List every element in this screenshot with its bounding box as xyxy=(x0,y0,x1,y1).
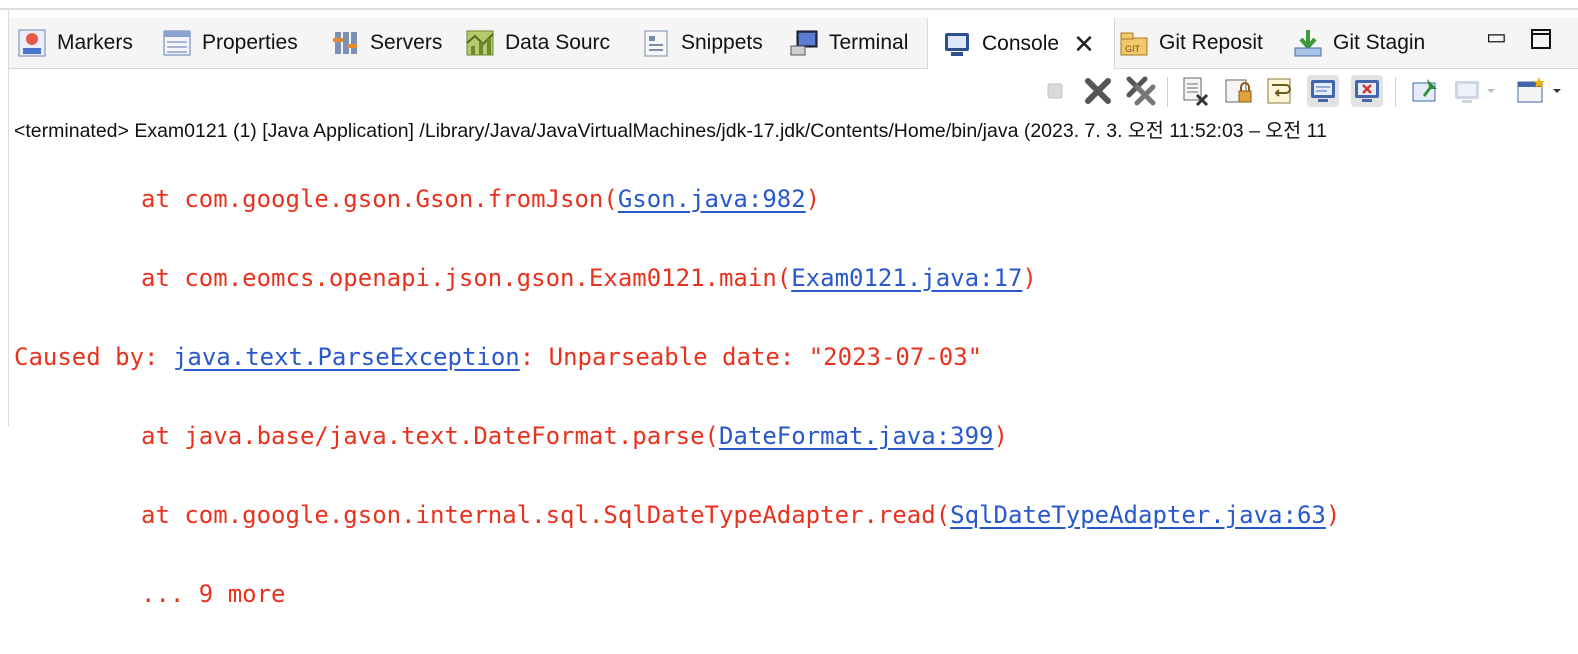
tab-markers[interactable]: Markers xyxy=(17,18,133,68)
tab-git-repositories[interactable]: GIT Git Reposit xyxy=(1119,18,1263,68)
tab-label: Terminal xyxy=(829,31,909,54)
console-toolbar xyxy=(9,69,1578,113)
console-line: at com.eomcs.openapi.json.gson.Exam0121.… xyxy=(141,263,1037,292)
snippets-icon xyxy=(641,28,671,58)
tab-label: Git Stagin xyxy=(1333,31,1426,54)
tab-label: Git Reposit xyxy=(1159,31,1263,54)
tab-properties[interactable]: Properties xyxy=(162,18,298,68)
open-console-icon[interactable] xyxy=(1515,75,1571,107)
markers-icon xyxy=(17,28,47,58)
scroll-lock-icon[interactable] xyxy=(1223,75,1255,107)
tab-console[interactable]: Console ✕ xyxy=(927,18,1115,69)
tab-label: Console xyxy=(982,31,1060,55)
remove-all-terminated-icon[interactable] xyxy=(1125,75,1157,107)
tab-label: Markers xyxy=(57,31,133,54)
tab-snippets[interactable]: Snippets xyxy=(641,18,763,68)
tab-label: Properties xyxy=(202,31,298,54)
svg-text:GIT: GIT xyxy=(1125,44,1141,54)
exception-class-link[interactable]: java.text.ParseException xyxy=(173,343,520,371)
console-process-status: <terminated> Exam0121 (1) [Java Applicat… xyxy=(14,120,1327,142)
tab-git-staging[interactable]: Git Stagin xyxy=(1293,18,1425,68)
tab-data-source[interactable]: Data Sourc xyxy=(465,18,610,68)
console-line: at com.google.gson.Gson.fromJson(Gson.ja… xyxy=(141,184,821,213)
display-selected-console-icon[interactable] xyxy=(1451,75,1499,107)
tab-servers[interactable]: Servers xyxy=(330,18,442,68)
console-line: Caused by: java.text.ParseException: Unp… xyxy=(14,342,983,371)
stack-trace-link[interactable]: Exam0121.java:17 xyxy=(791,264,1022,292)
tab-label: Snippets xyxy=(681,31,763,54)
minimize-icon[interactable]: ▭ xyxy=(1486,24,1507,50)
view-tab-bar: Markers Properties Servers Data Sourc Sn… xyxy=(9,18,1578,69)
console-icon xyxy=(942,29,972,59)
show-console-on-error-icon[interactable] xyxy=(1351,75,1383,107)
remove-launch-icon[interactable] xyxy=(1082,75,1114,107)
console-line: ... 9 more xyxy=(141,579,286,608)
data-source-icon xyxy=(465,28,495,58)
servers-icon xyxy=(330,28,360,58)
pin-console-icon[interactable] xyxy=(1409,75,1441,107)
git-staging-icon xyxy=(1293,28,1323,58)
terminate-icon[interactable] xyxy=(1039,75,1071,107)
terminal-icon xyxy=(789,28,819,58)
tab-terminal[interactable]: Terminal xyxy=(789,18,908,68)
stack-trace-link[interactable]: SqlDateTypeAdapter.java:63 xyxy=(950,501,1326,529)
console-output[interactable]: at com.google.gson.Gson.fromJson(Gson.ja… xyxy=(14,140,1340,654)
clear-console-icon[interactable] xyxy=(1179,75,1211,107)
maximize-icon[interactable] xyxy=(1530,28,1552,56)
word-wrap-icon[interactable] xyxy=(1265,75,1297,107)
tab-label: Data Sourc xyxy=(505,31,611,54)
properties-icon xyxy=(162,28,192,58)
close-icon[interactable]: ✕ xyxy=(1073,31,1095,57)
tab-label: Servers xyxy=(370,31,443,54)
show-console-on-output-icon[interactable] xyxy=(1307,75,1339,107)
window-top-edge xyxy=(0,0,1578,10)
console-line: at java.base/java.text.DateFormat.parse(… xyxy=(141,421,1008,450)
git-repository-icon: GIT xyxy=(1119,28,1149,58)
console-line: at com.google.gson.internal.sql.SqlDateT… xyxy=(141,500,1341,529)
stack-trace-link[interactable]: Gson.java:982 xyxy=(618,185,806,213)
